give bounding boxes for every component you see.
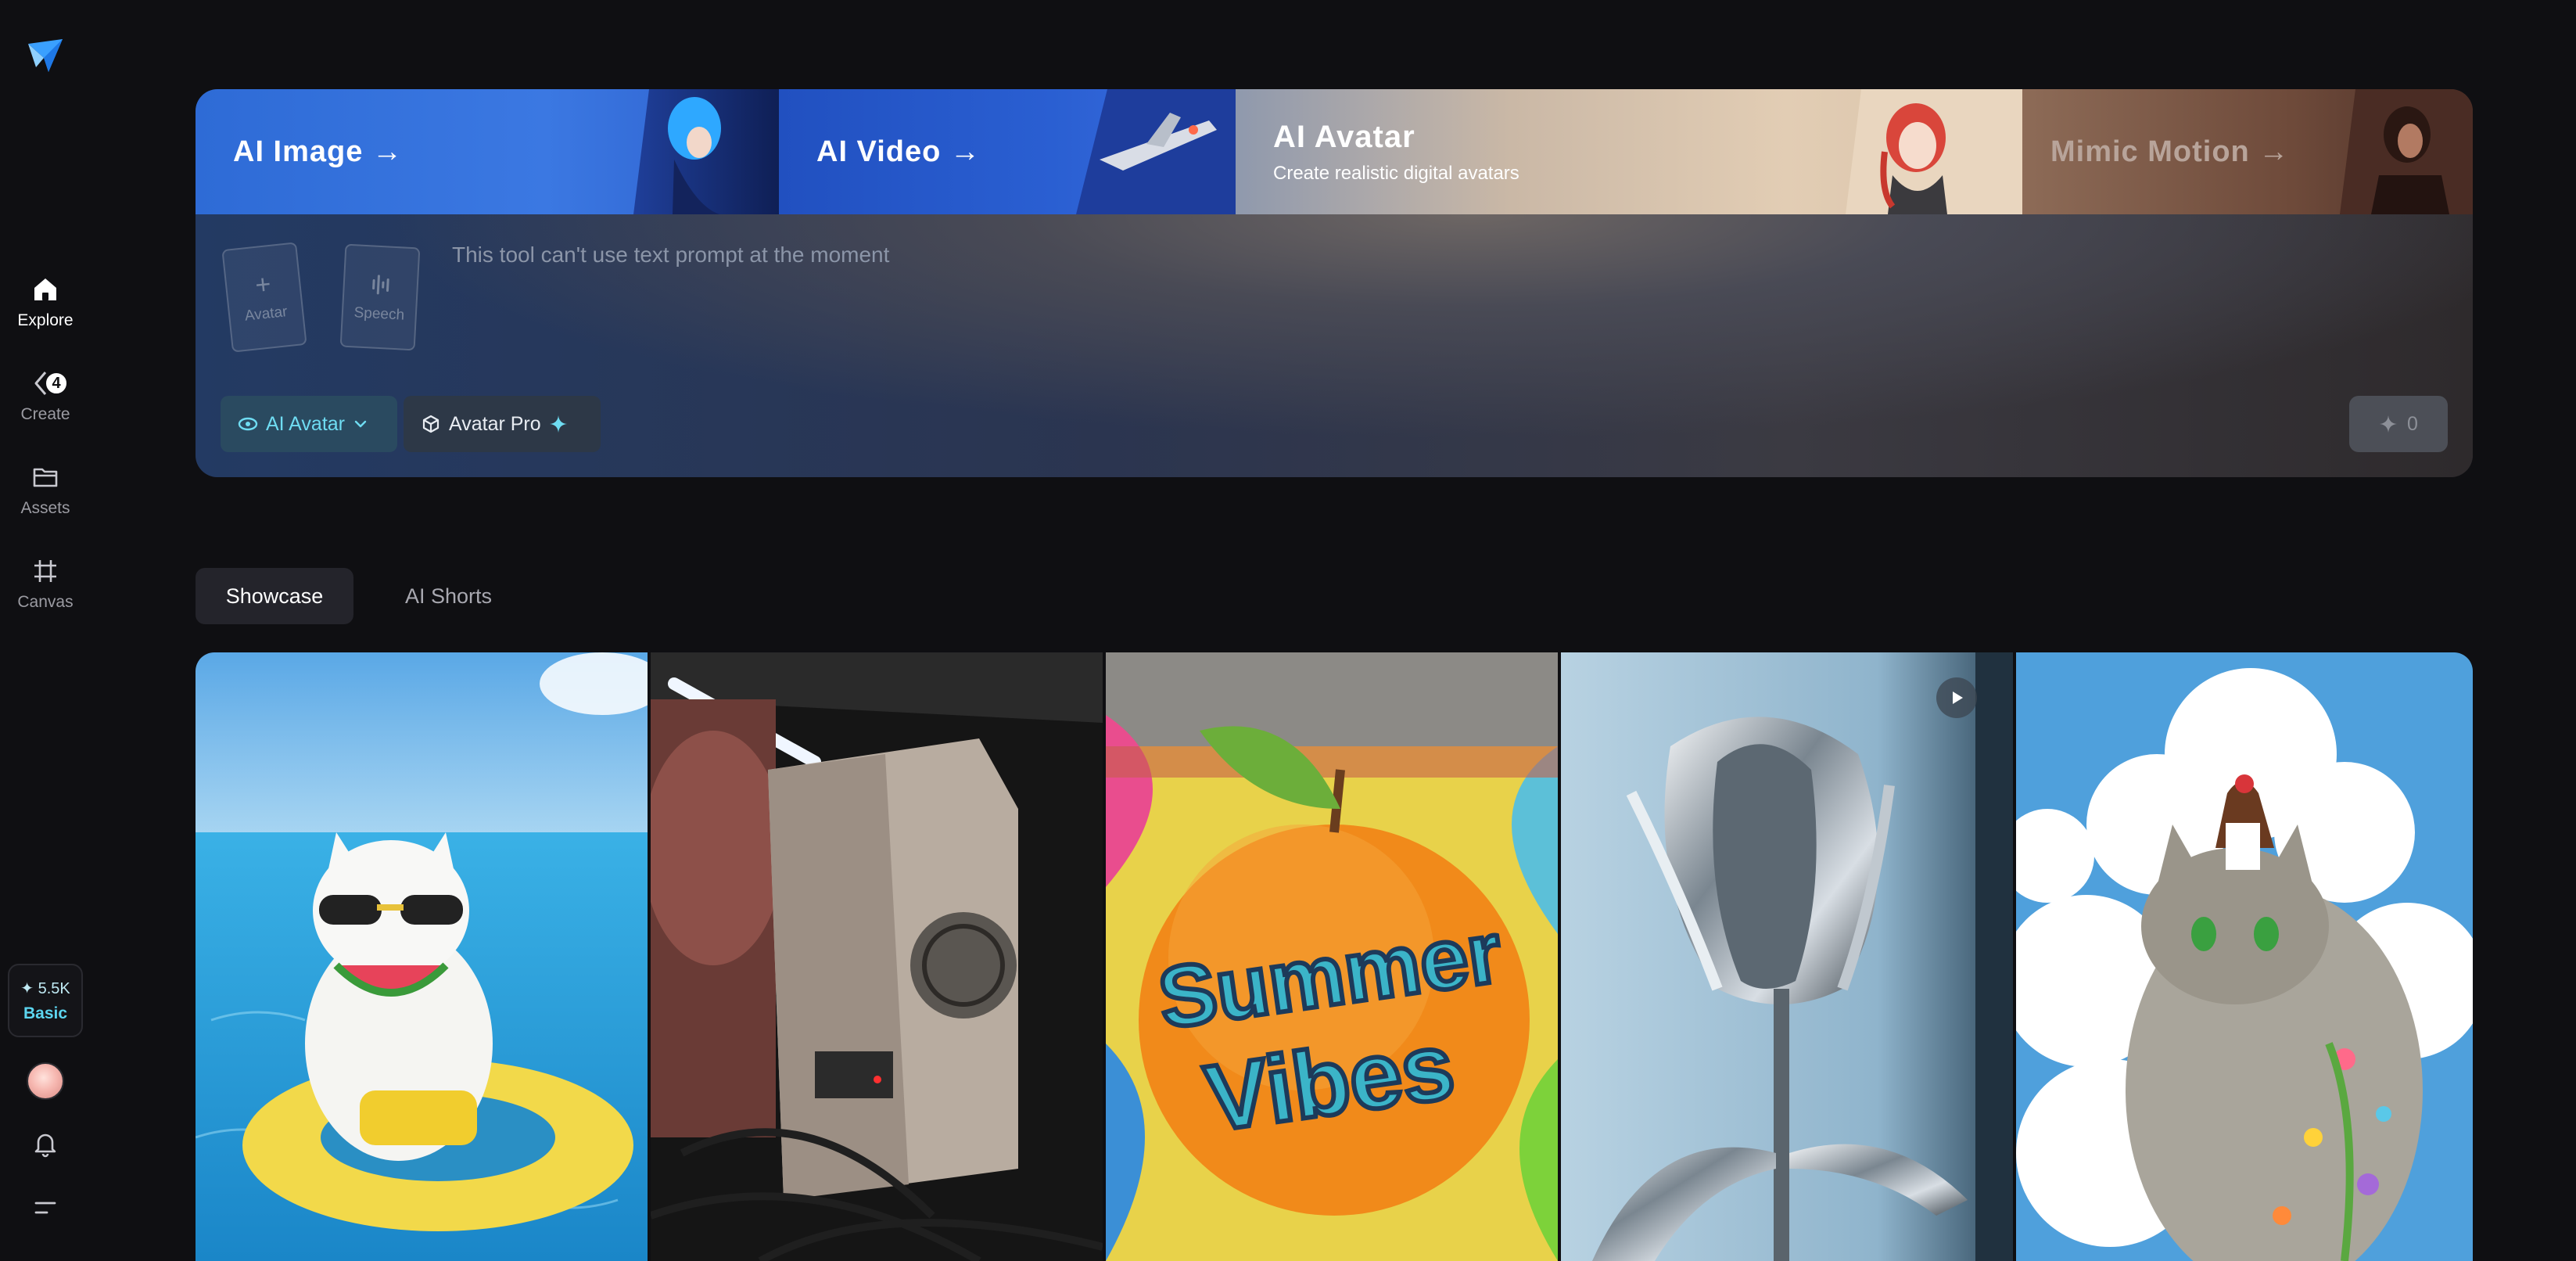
speech-slot-label: Speech bbox=[353, 304, 405, 324]
tab-ai-image-label: AI Image → bbox=[233, 135, 403, 168]
credits-amount: ✦ 5.5K bbox=[20, 979, 70, 997]
ai-image-thumbnail bbox=[633, 89, 779, 214]
create-count-badge: 4 bbox=[44, 371, 69, 396]
nav-assets[interactable]: Assets bbox=[0, 462, 91, 518]
sparkle-icon bbox=[2380, 415, 2398, 433]
showcase-gallery: Summer Vibes bbox=[196, 652, 2473, 1261]
nav-create[interactable]: 4 Create bbox=[0, 368, 91, 424]
user-avatar[interactable] bbox=[27, 1062, 64, 1100]
prompt-input[interactable]: This tool can't use text prompt at the m… bbox=[452, 242, 889, 268]
cube-icon bbox=[422, 415, 439, 433]
app-logo[interactable] bbox=[25, 36, 66, 77]
nav-assets-label: Assets bbox=[20, 499, 70, 517]
mode-selector[interactable]: AI Avatar bbox=[221, 396, 397, 452]
gallery-item-summer-vibes[interactable]: Summer Vibes bbox=[1106, 652, 1558, 1261]
machine-image bbox=[651, 652, 1103, 1261]
credits-card[interactable]: ✦ 5.5K Basic bbox=[8, 964, 83, 1037]
gallery-item-machine[interactable] bbox=[651, 652, 1103, 1261]
bell-icon[interactable] bbox=[30, 1128, 61, 1159]
ai-video-thumbnail bbox=[1076, 89, 1236, 214]
model-selector-label: Avatar Pro bbox=[449, 412, 541, 435]
cat-pool-image bbox=[196, 652, 648, 1261]
generate-cost: 0 bbox=[2407, 412, 2418, 435]
canvas-icon bbox=[34, 560, 56, 582]
chrome-tulip-image bbox=[1561, 652, 2013, 1261]
sparkle-icon bbox=[549, 415, 567, 433]
tab-ai-image[interactable]: AI Image → bbox=[196, 89, 779, 214]
tab-ai-video-label: AI Video → bbox=[816, 135, 981, 168]
gallery-item-cat-pool[interactable] bbox=[196, 652, 648, 1261]
tab-mimic-motion-label: Mimic Motion → bbox=[2050, 135, 2290, 168]
menu-icon[interactable] bbox=[31, 1194, 59, 1222]
gallery-item-chrome-tulip[interactable] bbox=[1561, 652, 2013, 1261]
summer-vibes-image: Summer Vibes bbox=[1106, 652, 1558, 1261]
play-icon[interactable] bbox=[1936, 677, 1977, 718]
tab-mimic-motion[interactable]: Mimic Motion → bbox=[2022, 89, 2473, 214]
plan-label: Basic bbox=[23, 1004, 68, 1022]
plus-icon: + bbox=[253, 269, 273, 301]
anime-cat-image bbox=[2016, 652, 2473, 1261]
sidebar: Explore 4 Create Assets Canvas ✦ 5.5K Ba… bbox=[0, 0, 91, 1261]
tool-panel: AI Image → AI Video → AI Avatar Create r… bbox=[196, 89, 2473, 477]
nav-create-label: Create bbox=[20, 405, 70, 423]
waveform-icon bbox=[372, 275, 389, 295]
ai-avatar-thumbnail bbox=[1846, 89, 2022, 214]
tab-ai-avatar-subtitle: Create realistic digital avatars bbox=[1273, 162, 1519, 184]
nav-explore-label: Explore bbox=[17, 311, 74, 329]
tab-showcase[interactable]: Showcase bbox=[196, 568, 353, 624]
mimic-motion-thumbnail bbox=[2340, 89, 2473, 214]
eye-icon bbox=[238, 417, 258, 431]
tool-panel-body: + Avatar Speech This tool can't use text… bbox=[196, 214, 2473, 477]
chevron-down-icon bbox=[354, 420, 367, 428]
gallery-item-anime-cat[interactable] bbox=[2016, 652, 2473, 1261]
tab-ai-shorts[interactable]: AI Shorts bbox=[374, 568, 523, 624]
model-selector[interactable]: Avatar Pro bbox=[404, 396, 601, 452]
mode-selector-label: AI Avatar bbox=[266, 412, 345, 435]
nav-explore[interactable]: Explore bbox=[0, 274, 91, 330]
folder-icon bbox=[33, 468, 58, 487]
avatar-slot-label: Avatar bbox=[244, 304, 289, 325]
speech-upload-slot[interactable]: Speech bbox=[339, 243, 421, 351]
tool-tabs: AI Image → AI Video → AI Avatar Create r… bbox=[196, 89, 2473, 214]
home-icon bbox=[34, 278, 56, 300]
tab-ai-avatar-label: AI Avatar bbox=[1273, 119, 1415, 154]
tab-ai-video[interactable]: AI Video → bbox=[779, 89, 1236, 214]
nav-canvas-label: Canvas bbox=[17, 593, 74, 611]
generate-button[interactable]: 0 bbox=[2349, 396, 2448, 452]
tab-ai-avatar[interactable]: AI Avatar Create realistic digital avata… bbox=[1236, 89, 2022, 214]
avatar-upload-slot[interactable]: + Avatar bbox=[221, 242, 307, 353]
nav-canvas[interactable]: Canvas bbox=[0, 555, 91, 612]
